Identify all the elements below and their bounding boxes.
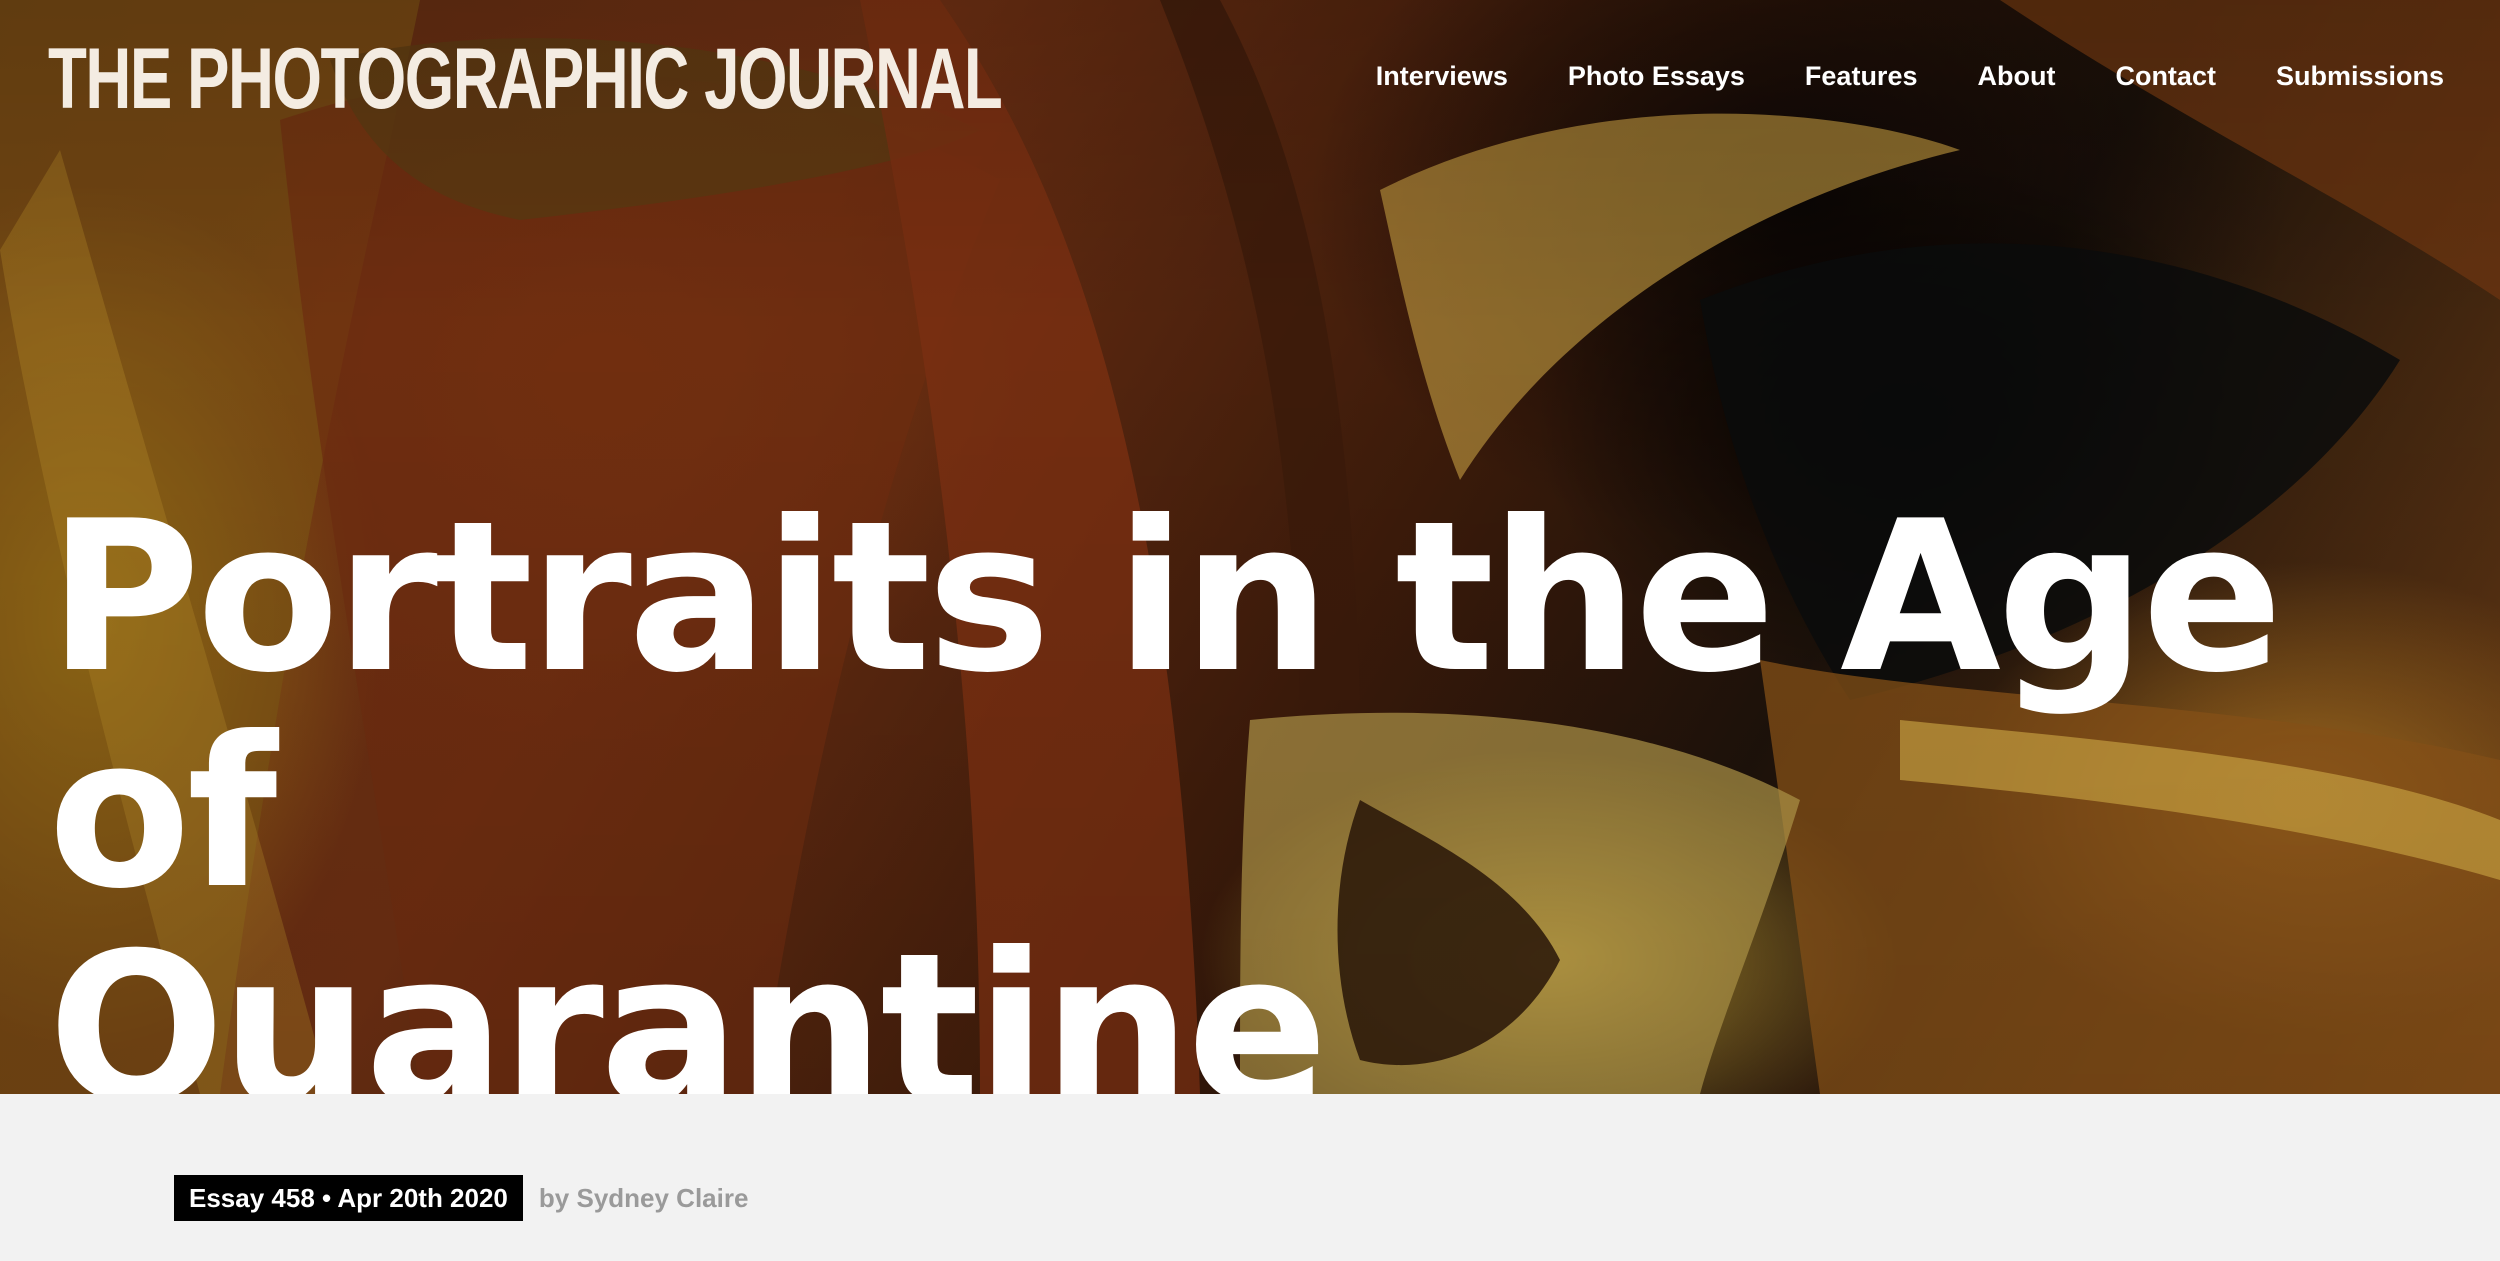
headline-line-2: Quarantine bbox=[48, 909, 1328, 1094]
article-meta: Essay 458 • Apr 20th 2020 by Sydney Clai… bbox=[174, 1175, 748, 1221]
hero-image: THE PHOTOGRAPHIC JOURNAL Interviews Phot… bbox=[0, 0, 2500, 1094]
main-navigation: Interviews Photo Essays Features About C… bbox=[1376, 60, 2444, 92]
nav-link-features[interactable]: Features bbox=[1805, 60, 1918, 92]
author-byline: by Sydney Claire bbox=[538, 1183, 749, 1213]
article-headline: Portraits in the Age of Quarantine bbox=[48, 490, 2348, 1094]
nav-link-contact[interactable]: Contact bbox=[2115, 60, 2216, 92]
site-title-logo[interactable]: THE PHOTOGRAPHIC JOURNAL bbox=[48, 36, 1003, 122]
nav-link-about[interactable]: About bbox=[1977, 60, 2055, 92]
nav-link-interviews[interactable]: Interviews bbox=[1376, 60, 1508, 92]
nav-link-photo-essays[interactable]: Photo Essays bbox=[1568, 60, 1745, 92]
nav-link-submissions[interactable]: Submissions bbox=[2276, 60, 2444, 92]
essay-number-date-badge: Essay 458 • Apr 20th 2020 bbox=[174, 1175, 523, 1221]
page: THE PHOTOGRAPHIC JOURNAL Interviews Phot… bbox=[0, 0, 2500, 1261]
headline-line-1: Portraits in the Age of bbox=[48, 477, 2283, 935]
